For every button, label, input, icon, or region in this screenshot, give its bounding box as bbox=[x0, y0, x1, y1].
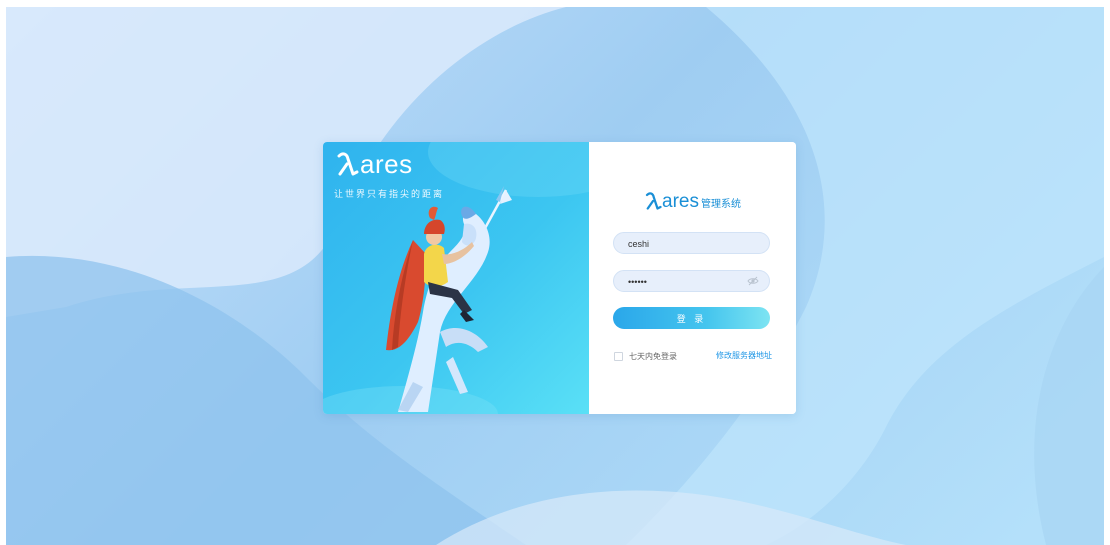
remember-me[interactable]: 七天内免登录 bbox=[614, 351, 677, 362]
lambda-logo-icon bbox=[337, 152, 359, 176]
brand-suffix: 管理系统 bbox=[700, 199, 741, 210]
remember-label: 七天内免登录 bbox=[629, 352, 677, 361]
system-brand: ares 管理系统 bbox=[644, 190, 741, 212]
eye-icon[interactable] bbox=[747, 276, 759, 286]
brand-name: ares bbox=[662, 191, 699, 212]
password-field[interactable] bbox=[613, 270, 770, 293]
lambda-logo-icon bbox=[645, 192, 662, 210]
login-button[interactable]: 登 录 bbox=[613, 307, 770, 329]
login-panel: ares 管理系统 登 录 七天内免登录 修改服务器地址 bbox=[589, 142, 796, 414]
username-input[interactable] bbox=[626, 233, 755, 255]
promo-logo-text: ares bbox=[360, 149, 413, 179]
password-input[interactable] bbox=[626, 271, 755, 293]
knight-illustration bbox=[386, 186, 512, 412]
change-server-link[interactable]: 修改服务器地址 bbox=[716, 350, 772, 361]
remember-checkbox[interactable] bbox=[614, 352, 623, 361]
promo-panel: ares 让世界只有指尖的距离 bbox=[323, 142, 589, 414]
login-card: ares 让世界只有指尖的距离 ares 管理系统 ceshi •••••• 登… bbox=[323, 142, 796, 414]
promo-logo: ares bbox=[335, 150, 413, 178]
username-field[interactable] bbox=[613, 232, 770, 255]
